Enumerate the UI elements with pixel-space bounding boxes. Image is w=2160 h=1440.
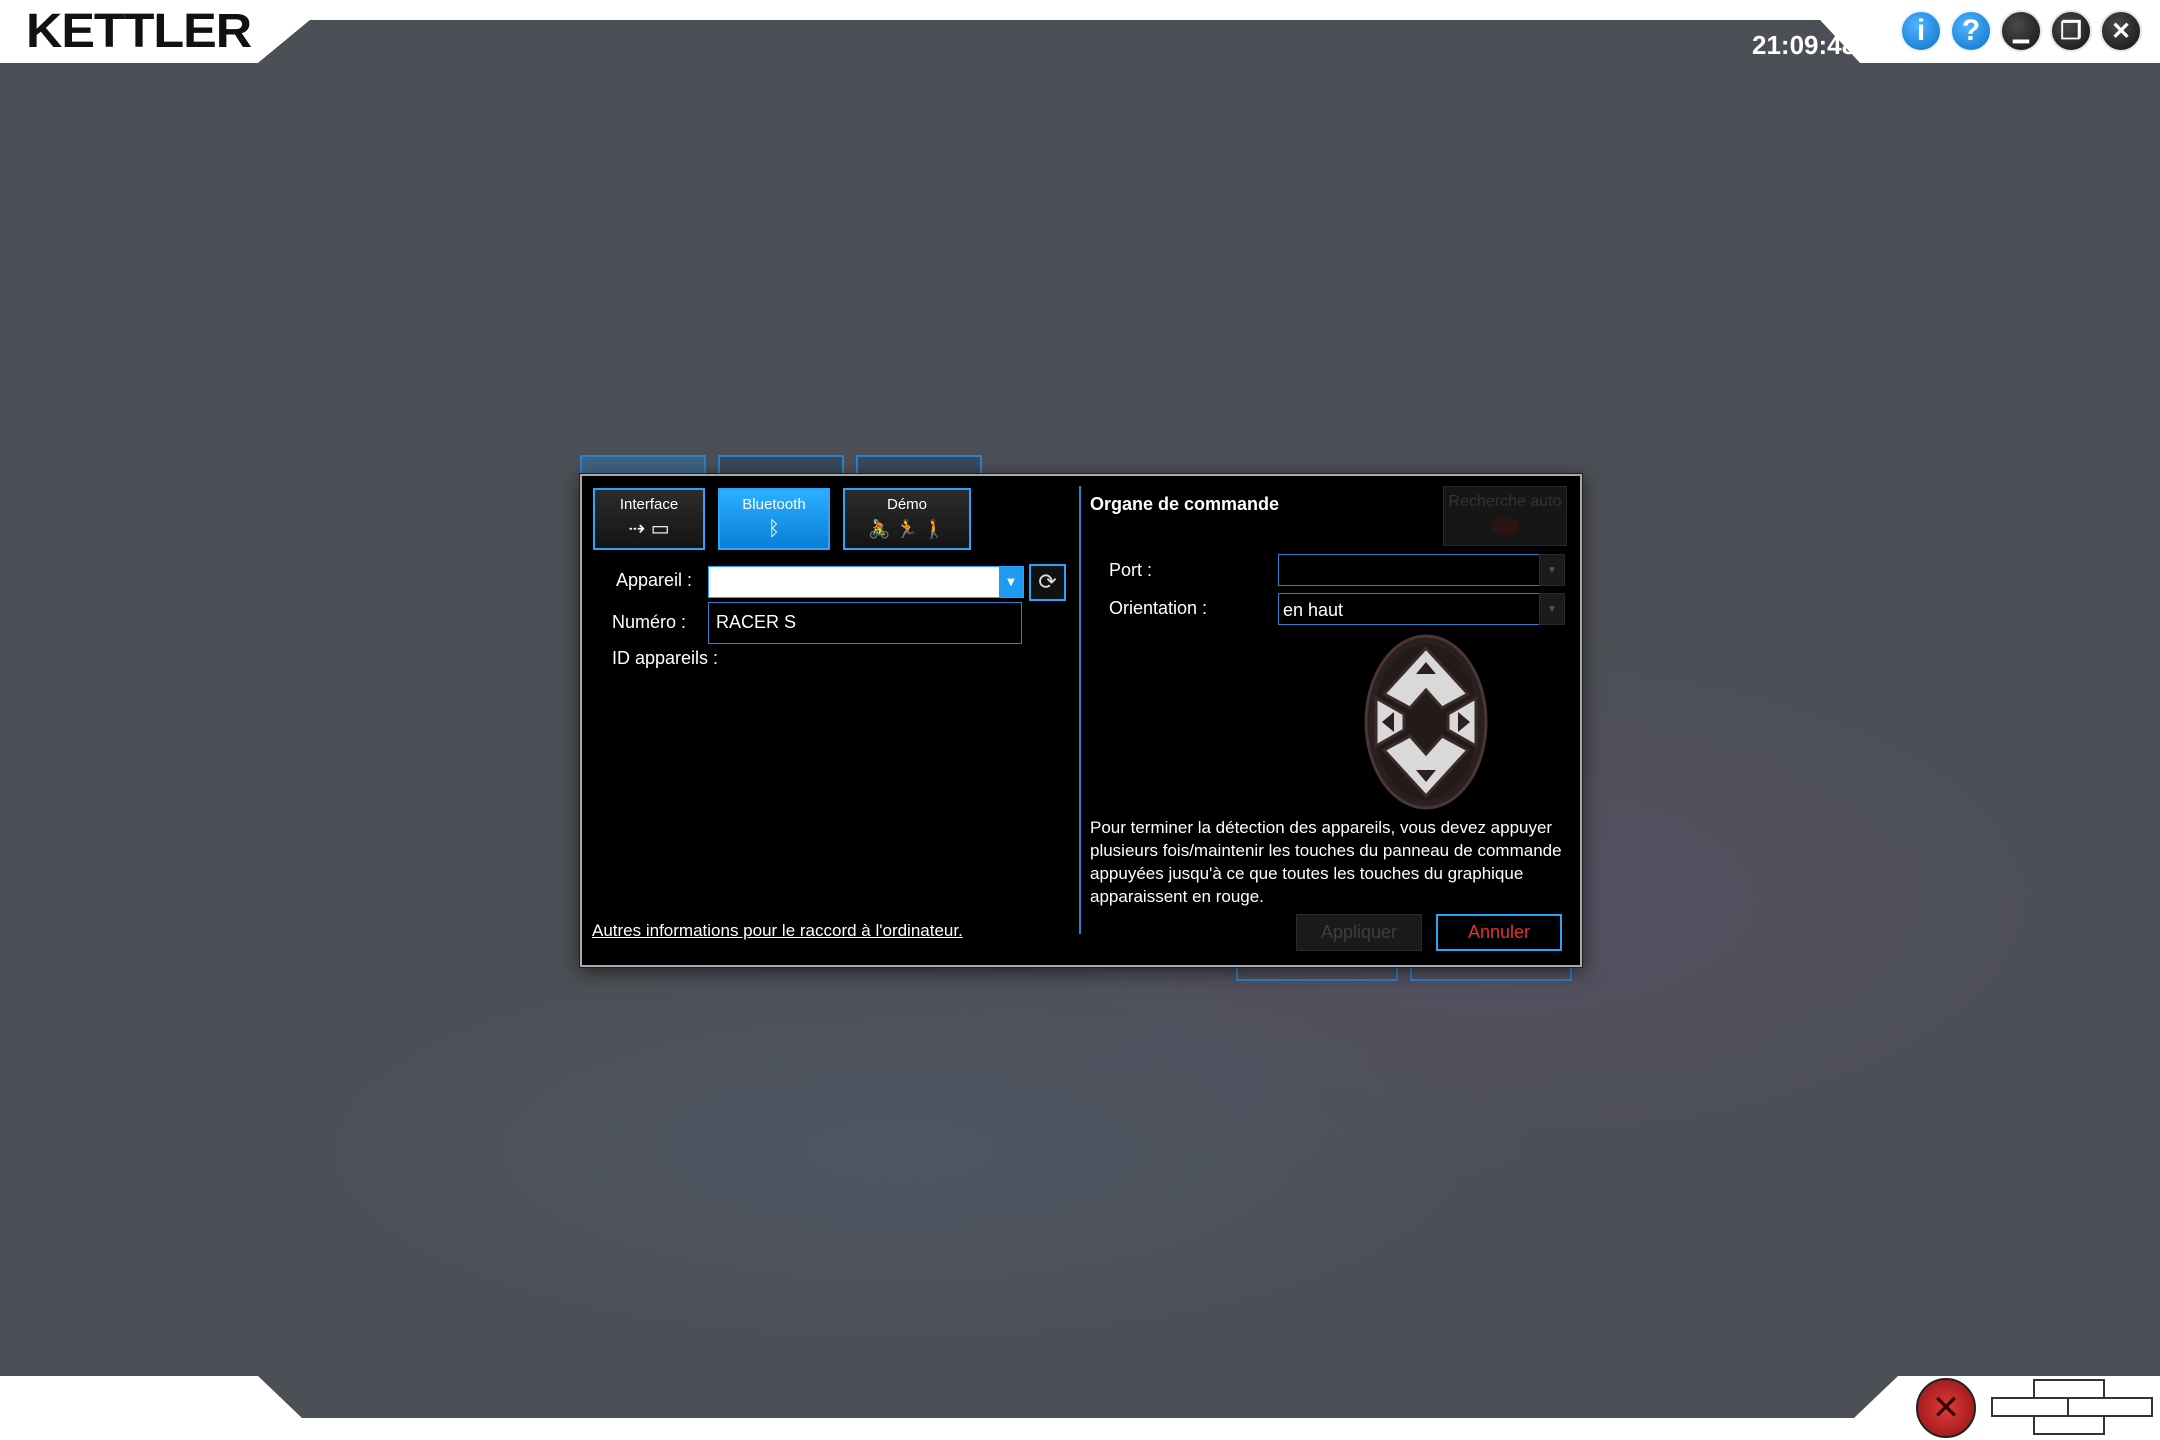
auto-search-icon bbox=[1491, 517, 1519, 535]
chevron-down-icon[interactable]: ▼ bbox=[999, 567, 1023, 597]
minimize-icon[interactable]: ▁ bbox=[2000, 10, 2042, 52]
info-icon[interactable]: i bbox=[1900, 10, 1942, 52]
connection-status-icon bbox=[1991, 1379, 2153, 1435]
device-connection-dialog: Interface ⇢ ▭ Bluetooth ᛒ Démo 🚴 🏃 🚶 App… bbox=[580, 474, 1582, 967]
connection-info-link[interactable]: Autres informations pour le raccord à l'… bbox=[592, 921, 963, 941]
help-icon[interactable]: ? bbox=[1950, 10, 1992, 52]
interface-mode-label: Interface bbox=[619, 496, 679, 513]
app-background: KETTLER 21:09:48 i ? ▁ ❐ ✕ Interface ⇢ ▭… bbox=[0, 0, 2160, 1440]
usb-serial-icon: ⇢ ▭ bbox=[628, 518, 670, 540]
bottom-bar: ✕ bbox=[0, 1376, 2160, 1440]
device-ids-label: ID appareils : bbox=[612, 648, 719, 668]
help-glyph: ? bbox=[1961, 14, 1981, 47]
demo-mode-label: Démo bbox=[886, 496, 927, 513]
control-pad-status-icon[interactable]: ✕ bbox=[1916, 1378, 1976, 1438]
kettler-logo: KETTLER bbox=[26, 5, 252, 58]
bluetooth-mode-label: Bluetooth bbox=[742, 496, 806, 513]
auto-search-button[interactable]: Recherche auto bbox=[1443, 486, 1567, 546]
orientation-select[interactable]: en haut ▼ bbox=[1278, 593, 1565, 625]
auto-search-label: Recherche auto bbox=[1448, 493, 1562, 510]
apply-button[interactable]: Appliquer bbox=[1296, 914, 1422, 951]
restore-glyph: ❐ bbox=[2060, 17, 2082, 45]
clock: 21:09:48 bbox=[1752, 30, 1857, 60]
number-field[interactable]: RACER S bbox=[708, 602, 1022, 644]
detection-instructions: Pour terminer la détection des appareils… bbox=[1090, 818, 1562, 906]
close-glyph: ✕ bbox=[2110, 17, 2132, 45]
device-label: Appareil : bbox=[616, 570, 693, 590]
fitness-equipment-icon: 🚴 🏃 🚶 bbox=[868, 519, 946, 539]
close-icon[interactable]: ✕ bbox=[2100, 10, 2142, 52]
interface-mode-button[interactable]: Interface ⇢ ▭ bbox=[593, 488, 705, 550]
bluetooth-icon: ᛒ bbox=[768, 518, 780, 540]
port-chevron-down-icon[interactable]: ▼ bbox=[1539, 554, 1565, 586]
cancel-button[interactable]: Annuler bbox=[1436, 914, 1562, 951]
number-label: Numéro : bbox=[612, 612, 687, 632]
section-divider bbox=[1079, 486, 1081, 934]
restore-icon[interactable]: ❐ bbox=[2050, 10, 2092, 52]
orientation-chevron-down-icon[interactable]: ▼ bbox=[1539, 593, 1565, 625]
minimize-glyph: ▁ bbox=[2013, 20, 2029, 43]
bottom-bar-shape bbox=[0, 1376, 2160, 1440]
device-select[interactable]: ▼ bbox=[708, 566, 1024, 598]
bluetooth-mode-button[interactable]: Bluetooth ᛒ bbox=[718, 488, 830, 550]
port-select[interactable]: ▼ bbox=[1278, 554, 1565, 586]
orientation-label: Orientation : bbox=[1109, 598, 1208, 618]
info-glyph: i bbox=[1916, 14, 1926, 47]
control-section-title: Organe de commande bbox=[1090, 494, 1280, 514]
port-label: Port : bbox=[1109, 560, 1153, 580]
refresh-icon: ⟳ bbox=[1038, 570, 1057, 595]
control-panel-graphic bbox=[1364, 634, 1488, 810]
refresh-button[interactable]: ⟳ bbox=[1029, 564, 1066, 601]
top-bar: KETTLER 21:09:48 i ? ▁ ❐ ✕ bbox=[0, 0, 2160, 63]
demo-mode-button[interactable]: Démo 🚴 🏃 🚶 bbox=[843, 488, 971, 550]
orientation-select-value: en haut bbox=[1283, 600, 1344, 620]
